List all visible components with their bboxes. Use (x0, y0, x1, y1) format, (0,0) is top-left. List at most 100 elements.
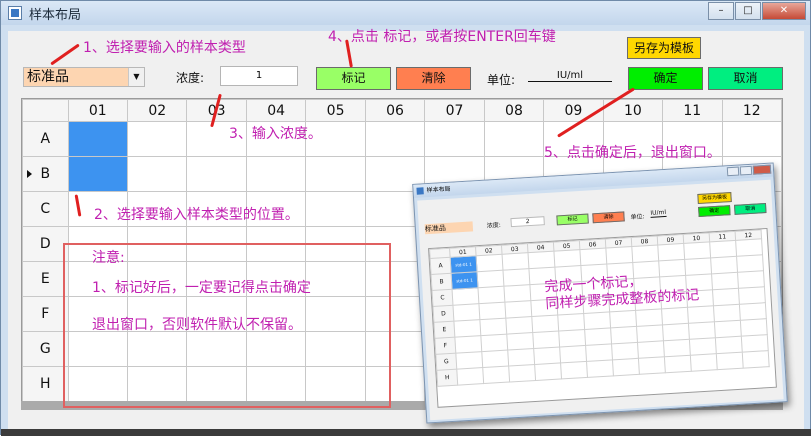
inset-plate-cell (631, 244, 659, 263)
inset-plate-cell: std-01 1 (451, 271, 478, 290)
inset-concentration-value: 2 (510, 216, 545, 228)
inset-plate-cell (478, 302, 506, 320)
row-header[interactable]: A (22, 121, 69, 157)
inset-plate-cell (502, 268, 530, 287)
maximize-button[interactable]: □ (735, 2, 761, 20)
inset-plate-cell (477, 286, 505, 304)
chevron-down-icon[interactable]: ▼ (128, 68, 144, 86)
inset-plate-cell (452, 303, 480, 322)
inset-plate-cell (612, 358, 640, 376)
inset-plate-cell (690, 353, 718, 372)
inset-row-header: H (436, 369, 458, 387)
annotation-step4: 4、点击 标记，或者按ENTER回车键 (328, 29, 556, 45)
column-header[interactable]: 02 (126, 99, 188, 122)
row-header[interactable]: B (22, 156, 69, 192)
plate-cell[interactable] (186, 156, 247, 192)
inset-plate-cell (481, 350, 509, 368)
inset-plate-cell (739, 302, 767, 321)
column-header[interactable]: 07 (424, 99, 485, 122)
inset-plate-cell (740, 318, 768, 337)
inset-plate-cell (585, 343, 613, 362)
inset-plate-cell (689, 337, 717, 356)
note-title: 注意: (92, 250, 125, 266)
inset-plate-cell (711, 272, 739, 290)
clear-button[interactable]: 清除 (396, 67, 471, 90)
window-title: 样本布局 (29, 8, 82, 23)
plate-cell[interactable] (424, 121, 485, 157)
inset-plate-cell (611, 342, 639, 360)
inset-app-icon (416, 187, 424, 195)
plate-cell[interactable] (483, 121, 545, 157)
row-header[interactable]: D (22, 226, 69, 262)
inset-plate-cell (742, 350, 770, 369)
inset-plate-cell (738, 286, 766, 305)
plate-cell[interactable] (126, 156, 188, 192)
plate-cell[interactable] (721, 121, 782, 157)
inset-plate-cell (508, 364, 536, 383)
ok-button[interactable]: 确定 (628, 67, 703, 90)
inset-clear-button: 清除 (592, 211, 625, 224)
column-header[interactable]: 01 (67, 99, 129, 122)
plate-cell[interactable] (305, 191, 366, 227)
column-header[interactable]: 04 (245, 99, 307, 122)
plate-cell[interactable] (364, 121, 426, 157)
unit-value[interactable]: IU/ml (528, 70, 612, 82)
inset-plate-cell: std-01 1 (450, 255, 478, 274)
inset-plate-cell (635, 308, 663, 327)
annotation-step1: 1、选择要输入的样本类型 (83, 40, 246, 56)
mark-button[interactable]: 标记 (316, 67, 391, 90)
inset-sample-type: 标准品 (424, 221, 474, 235)
inset-plate-cell (531, 315, 559, 333)
inset-plate-cell (657, 243, 685, 261)
plate-cell[interactable] (126, 121, 188, 157)
inset-minimize-icon (726, 166, 740, 177)
app-icon (8, 6, 22, 20)
column-header[interactable]: 08 (483, 99, 545, 122)
plate-cell[interactable] (245, 156, 307, 192)
inset-save-template-button: 另存为模板 (697, 192, 732, 205)
row-header[interactable]: F (22, 296, 69, 332)
column-header[interactable]: 11 (662, 99, 723, 122)
window-controls: – □ ✕ (707, 2, 806, 20)
column-header[interactable]: 05 (305, 99, 366, 122)
row-header[interactable]: E (22, 261, 69, 297)
inset-plate-cell (586, 359, 614, 378)
inset-plate-cell (714, 320, 742, 338)
minimize-button[interactable]: – (708, 2, 734, 20)
inset-plate-cell (688, 321, 716, 340)
sample-layout-window: 样本布局 – □ ✕ 标准品 ▼ 浓度: 1 标记 清除 单位: IU/ml 另… (0, 0, 811, 436)
column-header[interactable]: 06 (364, 99, 426, 122)
plate-cell[interactable] (305, 156, 366, 192)
inset-plate-cell (713, 304, 741, 322)
plate-cell[interactable] (67, 121, 129, 157)
inset-unit-label: 单位: (630, 213, 645, 222)
inset-plate-cell (715, 336, 743, 354)
inset-plate-cell (741, 334, 769, 353)
inset-plate-cell (683, 241, 711, 260)
sample-type-value: 标准品 (27, 69, 69, 85)
inset-plate-cell (452, 287, 479, 306)
row-header[interactable]: C (22, 191, 69, 227)
inset-plate-cell (456, 367, 484, 386)
inset-plate-cell (527, 251, 555, 269)
inset-plate-cell (476, 254, 503, 272)
inset-plate-cell (482, 366, 510, 384)
inset-close-icon (752, 164, 772, 175)
inset-mark-button: 标记 (556, 213, 589, 226)
sample-type-select[interactable]: 标准品 ▼ (23, 67, 145, 87)
inset-plate-cell (480, 334, 508, 352)
row-header[interactable]: H (22, 366, 69, 402)
inset-plate-cell (736, 254, 764, 273)
concentration-input[interactable]: 1 (220, 66, 298, 86)
close-button[interactable]: ✕ (762, 2, 806, 20)
inset-plate-cell (559, 345, 587, 363)
inset-plate-cell (610, 326, 638, 344)
row-header[interactable]: G (22, 331, 69, 367)
example-screenshot-inset: 样本布局 标准品 浓度: 2 标记 清除 单位: IU/ml 另存为模板 确定 … (412, 162, 788, 424)
plate-cell[interactable] (67, 156, 129, 192)
save-template-button[interactable]: 另存为模板 (627, 37, 701, 59)
inset-plate-cell (712, 288, 740, 306)
inset-row-header: A (430, 257, 452, 275)
cancel-button[interactable]: 取消 (708, 67, 783, 90)
column-header[interactable]: 12 (721, 99, 782, 122)
